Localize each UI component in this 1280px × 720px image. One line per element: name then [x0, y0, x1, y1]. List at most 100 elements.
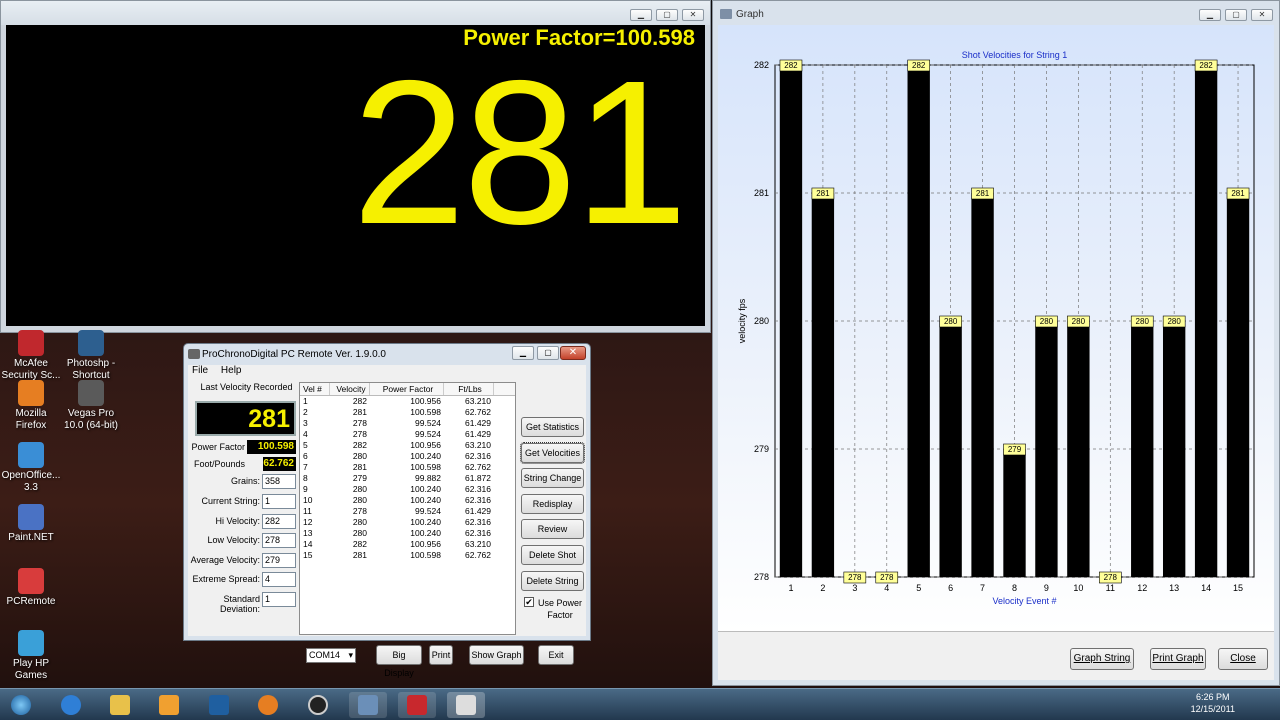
system-clock[interactable]: 6:26 PM 12/15/2011 — [1191, 691, 1235, 715]
stat-field[interactable]: 282 — [262, 514, 296, 529]
maximize-icon[interactable]: ▢ — [656, 9, 678, 21]
desktop-icon[interactable]: Paint.NET — [0, 504, 62, 544]
taskbar-ie[interactable] — [52, 692, 90, 718]
table-row[interactable]: 2 281 100.598 62.762 — [300, 407, 515, 418]
minimize-icon[interactable]: ▁ — [512, 346, 534, 360]
start-button[interactable] — [2, 692, 40, 718]
table-row[interactable]: 7 281 100.598 62.762 — [300, 462, 515, 473]
table-row[interactable]: 10 280 100.240 62.316 — [300, 495, 515, 506]
string-change-button[interactable]: String Change — [521, 468, 584, 489]
graph-string-button[interactable]: Graph String — [1070, 648, 1134, 670]
table-row[interactable]: 5 282 100.956 63.210 — [300, 440, 515, 451]
menu-file[interactable]: File — [192, 365, 208, 376]
firefox-icon — [258, 695, 278, 715]
stat-label: Current String: — [201, 496, 260, 506]
table-row[interactable]: 13 280 100.240 62.316 — [300, 528, 515, 539]
taskbar-app-red[interactable] — [398, 692, 436, 718]
minimize-icon[interactable]: ▁ — [630, 9, 652, 21]
table-cell: 13 — [303, 528, 313, 538]
get-velocities-button[interactable]: Get Velocities — [520, 441, 585, 464]
table-row[interactable]: 12 280 100.240 62.316 — [300, 517, 515, 528]
data-label: 279 — [1008, 445, 1022, 454]
prochrono-titlebar[interactable]: ProChronoDigital PC Remote Ver. 1.9.0.0 … — [184, 344, 590, 365]
app-shortcut-icon — [18, 504, 44, 530]
taskbar-firefox[interactable] — [249, 692, 287, 718]
table-cell: 279 — [352, 473, 367, 483]
table-row[interactable]: 4 278 99.524 61.429 — [300, 429, 515, 440]
big-display-titlebar[interactable]: ▁ ▢ ✕ — [1, 1, 710, 25]
table-cell: 2 — [303, 407, 308, 417]
desktop-icon[interactable]: PCRemote — [0, 568, 62, 608]
col-header[interactable]: Power Factor — [370, 383, 444, 395]
menu-bar: File Help — [188, 365, 586, 378]
table-row[interactable]: 8 279 99.882 61.872 — [300, 473, 515, 484]
stat-field[interactable]: 278 — [262, 533, 296, 548]
menu-help[interactable]: Help — [221, 365, 242, 376]
table-row[interactable]: 14 282 100.956 63.210 — [300, 539, 515, 550]
data-label: 280 — [1072, 317, 1086, 326]
app-shortcut-icon — [18, 630, 44, 656]
com-port-select[interactable]: COM14 ▾ — [306, 648, 356, 663]
stat-field[interactable]: 358 — [262, 474, 296, 489]
get-statistics-button[interactable]: Get Statistics — [521, 417, 584, 437]
graph-titlebar[interactable]: Graph ▁ ▢ ✕ — [713, 1, 1279, 25]
table-cell: 100.240 — [410, 484, 441, 494]
table-row[interactable]: 3 278 99.524 61.429 — [300, 418, 515, 429]
stat-field[interactable]: 279 — [262, 553, 296, 568]
table-cell: 5 — [303, 440, 308, 450]
table-cell: 100.240 — [410, 517, 441, 527]
close-icon[interactable]: ✕ — [682, 9, 704, 21]
desktop-icon[interactable]: OpenOffice... 3.3 — [0, 442, 62, 494]
use-power-factor-checkbox[interactable]: ✔ — [524, 597, 534, 607]
taskbar-explorer[interactable] — [101, 692, 139, 718]
maximize-icon[interactable]: ▢ — [1225, 9, 1247, 21]
internet-explorer-icon — [61, 695, 81, 715]
taskbar-app-window[interactable] — [349, 692, 387, 718]
desktop-icon[interactable]: Photoshp - Shortcut — [60, 330, 122, 382]
foot-pounds-value: 62.762 — [263, 457, 296, 471]
desktop-icon[interactable]: Mozilla Firefox — [0, 380, 62, 432]
col-header[interactable]: Velocity — [330, 383, 370, 395]
app-shortcut-icon — [18, 442, 44, 468]
taskbar-app-check[interactable] — [200, 692, 238, 718]
delete-shot-button[interactable]: Delete Shot — [521, 545, 584, 565]
show-graph-button[interactable]: Show Graph — [469, 645, 524, 665]
taskbar-hp[interactable] — [299, 692, 337, 718]
close-button[interactable]: ✕ — [560, 346, 586, 360]
graph-app-icon — [720, 9, 732, 19]
table-row[interactable]: 1 282 100.956 63.210 — [300, 396, 515, 407]
exit-button[interactable]: Exit — [538, 645, 574, 665]
table-row[interactable]: 9 280 100.240 62.316 — [300, 484, 515, 495]
desktop-icon[interactable]: McAfee Security Sc... — [0, 330, 62, 382]
x-tick-label: 10 — [1073, 583, 1083, 593]
redisplay-button[interactable]: Redisplay — [521, 493, 584, 514]
table-cell: 8 — [303, 473, 308, 483]
maximize-icon[interactable]: ▢ — [537, 346, 559, 360]
col-header[interactable]: Vel # — [300, 383, 330, 395]
taskbar-pcremote[interactable] — [447, 692, 485, 718]
stat-field[interactable]: 1 — [262, 494, 296, 509]
print-graph-button[interactable]: Print Graph — [1150, 648, 1206, 670]
y-axis-label: velocity fps — [737, 298, 747, 343]
col-header[interactable]: Ft/Lbs — [444, 383, 494, 395]
stat-field[interactable]: 1 — [262, 592, 296, 607]
table-row[interactable]: 11 278 99.524 61.429 — [300, 506, 515, 517]
desktop-icon[interactable]: Play HP Games — [0, 630, 62, 682]
table-row[interactable]: 15 281 100.598 62.762 — [300, 550, 515, 561]
table-cell: 278 — [352, 429, 367, 439]
x-axis-label: Velocity Event # — [992, 596, 1056, 606]
velocity-table[interactable]: Vel # Velocity Power Factor Ft/Lbs 1 282 1… — [299, 382, 516, 635]
print-button[interactable]: Print — [429, 645, 453, 665]
taskbar-media-player[interactable] — [150, 692, 188, 718]
close-icon[interactable]: ✕ — [1251, 9, 1273, 21]
minimize-icon[interactable]: ▁ — [1199, 9, 1221, 21]
review-button[interactable]: Review — [521, 519, 584, 540]
big-display-button[interactable]: Big Display — [376, 645, 422, 678]
desktop-icon[interactable]: Vegas Pro 10.0 (64-bit) — [60, 380, 122, 432]
close-graph-button[interactable]: Close — [1218, 648, 1268, 670]
chart-area: 278 279 280 281 282 282 1 281 2 278 3 278 4 282 5 280 6 2… — [718, 25, 1274, 631]
delete-string-button[interactable]: Delete String — [521, 570, 584, 591]
table-row[interactable]: 6 280 100.240 62.316 — [300, 451, 515, 462]
stat-field[interactable]: 4 — [262, 572, 296, 587]
desktop-icon-label: OpenOffice... 3.3 — [1, 470, 61, 493]
